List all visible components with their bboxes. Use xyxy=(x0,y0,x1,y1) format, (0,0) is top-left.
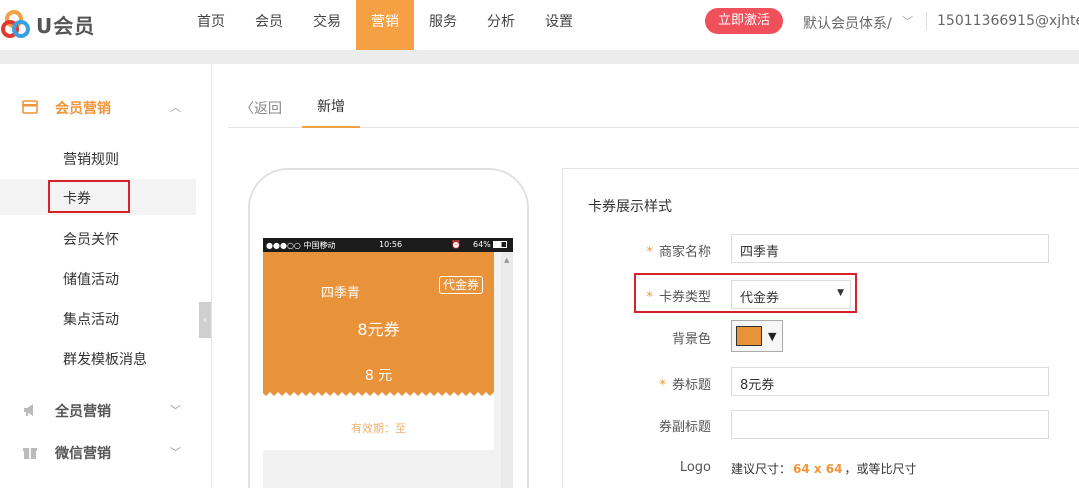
sidebar: 会员营销 ︿ 营销规则 卡券 会员关怀 储值活动 集点活动 群发模板消息 全员营… xyxy=(0,64,196,488)
sidebar-item-label: 营销规则 xyxy=(63,152,119,168)
highlight-box-coupon-type xyxy=(634,273,857,313)
logo-size-hint: 建议尺寸： 64 x 64 ，或等比尺寸 xyxy=(731,462,917,476)
merchant-label: * 商家名称 xyxy=(646,245,711,260)
nav-members[interactable]: 会员 xyxy=(240,0,298,50)
nav-analytics[interactable]: 分析 xyxy=(472,0,530,50)
logo-icon xyxy=(1,10,30,38)
phone-screen: ●●●○○ 中国移动 ◠ 10:56 ⏰ 64% 四季青 代金券 8元券 8 元… xyxy=(263,238,513,488)
sidebar-group-label: 微信营销 xyxy=(55,446,111,462)
card-icon xyxy=(22,100,38,114)
chevron-down-icon: ﹀ xyxy=(170,404,181,417)
coupon-value: 8 元 xyxy=(364,368,393,384)
sidebar-item-label: 集点活动 xyxy=(63,312,119,328)
nav-services[interactable]: 服务 xyxy=(414,0,472,50)
sidebar-group-label: 全员营销 xyxy=(55,404,111,420)
sidebar-item-points[interactable]: 集点活动 xyxy=(0,300,196,336)
caret-down-icon: ▼ xyxy=(768,330,777,343)
required-icon: * xyxy=(646,245,653,260)
sidebar-item-member-care[interactable]: 会员关怀 xyxy=(0,220,196,256)
wifi-icon: ◠ xyxy=(321,240,328,249)
chevron-up-icon: ︿ xyxy=(170,101,181,114)
sidebar-divider xyxy=(211,64,212,488)
app-logo[interactable]: U会员 xyxy=(0,6,95,42)
sidebar-item-mass-template[interactable]: 群发模板消息 xyxy=(0,340,196,376)
sidebar-group-member-marketing[interactable]: 会员营销 ︿ xyxy=(0,92,196,122)
nav-transactions[interactable]: 交易 xyxy=(298,0,356,50)
bg-color-picker[interactable]: ▼ xyxy=(731,320,783,352)
header-separator xyxy=(0,50,1079,64)
coupon-body: 四季青 代金券 8元券 8 元 xyxy=(263,252,494,392)
sidebar-group-label: 会员营销 xyxy=(55,101,111,117)
back-label: 返回 xyxy=(254,101,282,117)
sidebar-group-all-marketing[interactable]: 全员营销 ﹀ xyxy=(0,395,196,425)
panel-title: 卡券展示样式 xyxy=(588,199,672,215)
tab-new[interactable]: 新增 xyxy=(302,88,360,128)
nav-home[interactable]: 首页 xyxy=(182,0,240,50)
scroll-up-icon[interactable]: ▲ xyxy=(504,256,509,264)
sidebar-item-label: 储值活动 xyxy=(63,272,119,288)
sidebar-item-label: 群发模板消息 xyxy=(63,352,147,368)
sidebar-group-wechat-marketing[interactable]: 微信营销 ﹀ xyxy=(0,437,196,467)
coupon-validity: 有效期：至 xyxy=(351,422,406,435)
content-tabs: 〈返回 新增 xyxy=(228,88,1079,128)
sidebar-item-stored-value[interactable]: 储值活动 xyxy=(0,260,196,296)
battery-text: 64% xyxy=(473,240,491,249)
battery-icon xyxy=(493,241,507,248)
coupon-subtitle-label: 券副标题 xyxy=(658,420,711,435)
time-text: 10:56 xyxy=(379,240,403,249)
sidebar-item-label: 会员关怀 xyxy=(63,232,119,248)
gift-icon xyxy=(23,448,37,459)
logo-text: U会员 xyxy=(36,13,96,38)
account-name[interactable]: 15011366915@xjhtest xyxy=(937,13,1079,29)
logo-label: Logo xyxy=(679,460,711,475)
sidebar-collapse-handle[interactable]: ‹ xyxy=(199,302,211,338)
preview-scrollbar[interactable]: ▲ xyxy=(501,252,513,488)
coupon-title-input[interactable]: 8元券 xyxy=(731,367,1049,396)
main-nav: 首页 会员 交易 营销 服务 分析 设置 xyxy=(182,0,588,50)
coupon-title: 8元券 xyxy=(357,320,400,339)
coupon-zigzag-edge xyxy=(263,390,494,396)
top-bar: U会员 首页 会员 交易 营销 服务 分析 设置 立即激活 默认会员体系/ ﹀ … xyxy=(0,0,1079,50)
bg-color-label: 背景色 xyxy=(671,332,711,347)
megaphone-icon xyxy=(24,404,33,416)
phone-status-bar: ●●●○○ 中国移动 ◠ 10:56 ⏰ 64% xyxy=(263,238,513,252)
merchant-name-input[interactable]: 四季青 xyxy=(731,234,1049,263)
coupon-type-badge: 代金券 xyxy=(439,276,484,294)
coupon-subtitle-input[interactable] xyxy=(731,410,1049,439)
sidebar-item-marketing-rules[interactable]: 营销规则 xyxy=(0,140,196,176)
nav-marketing[interactable]: 营销 xyxy=(356,0,414,50)
back-tab[interactable]: 〈返回 xyxy=(240,98,282,118)
activate-button[interactable]: 立即激活 xyxy=(705,8,783,34)
member-system-selector[interactable]: 默认会员体系/ xyxy=(803,13,892,33)
alarm-icon: ⏰ xyxy=(451,240,461,249)
coupon-title-label: * 券标题 xyxy=(659,378,711,393)
header-divider xyxy=(926,12,927,30)
chevron-left-icon: 〈 xyxy=(240,101,254,117)
coupon-preview: 四季青 代金券 8元券 8 元 有效期：至 xyxy=(263,252,494,450)
highlight-box-coupons xyxy=(48,180,130,213)
nav-settings[interactable]: 设置 xyxy=(530,0,588,50)
chevron-down-icon[interactable]: ﹀ xyxy=(902,13,913,29)
chevron-down-icon: ﹀ xyxy=(170,446,181,459)
required-icon: * xyxy=(659,378,666,393)
color-swatch xyxy=(736,326,762,346)
coupon-merchant: 四季青 xyxy=(320,286,360,301)
